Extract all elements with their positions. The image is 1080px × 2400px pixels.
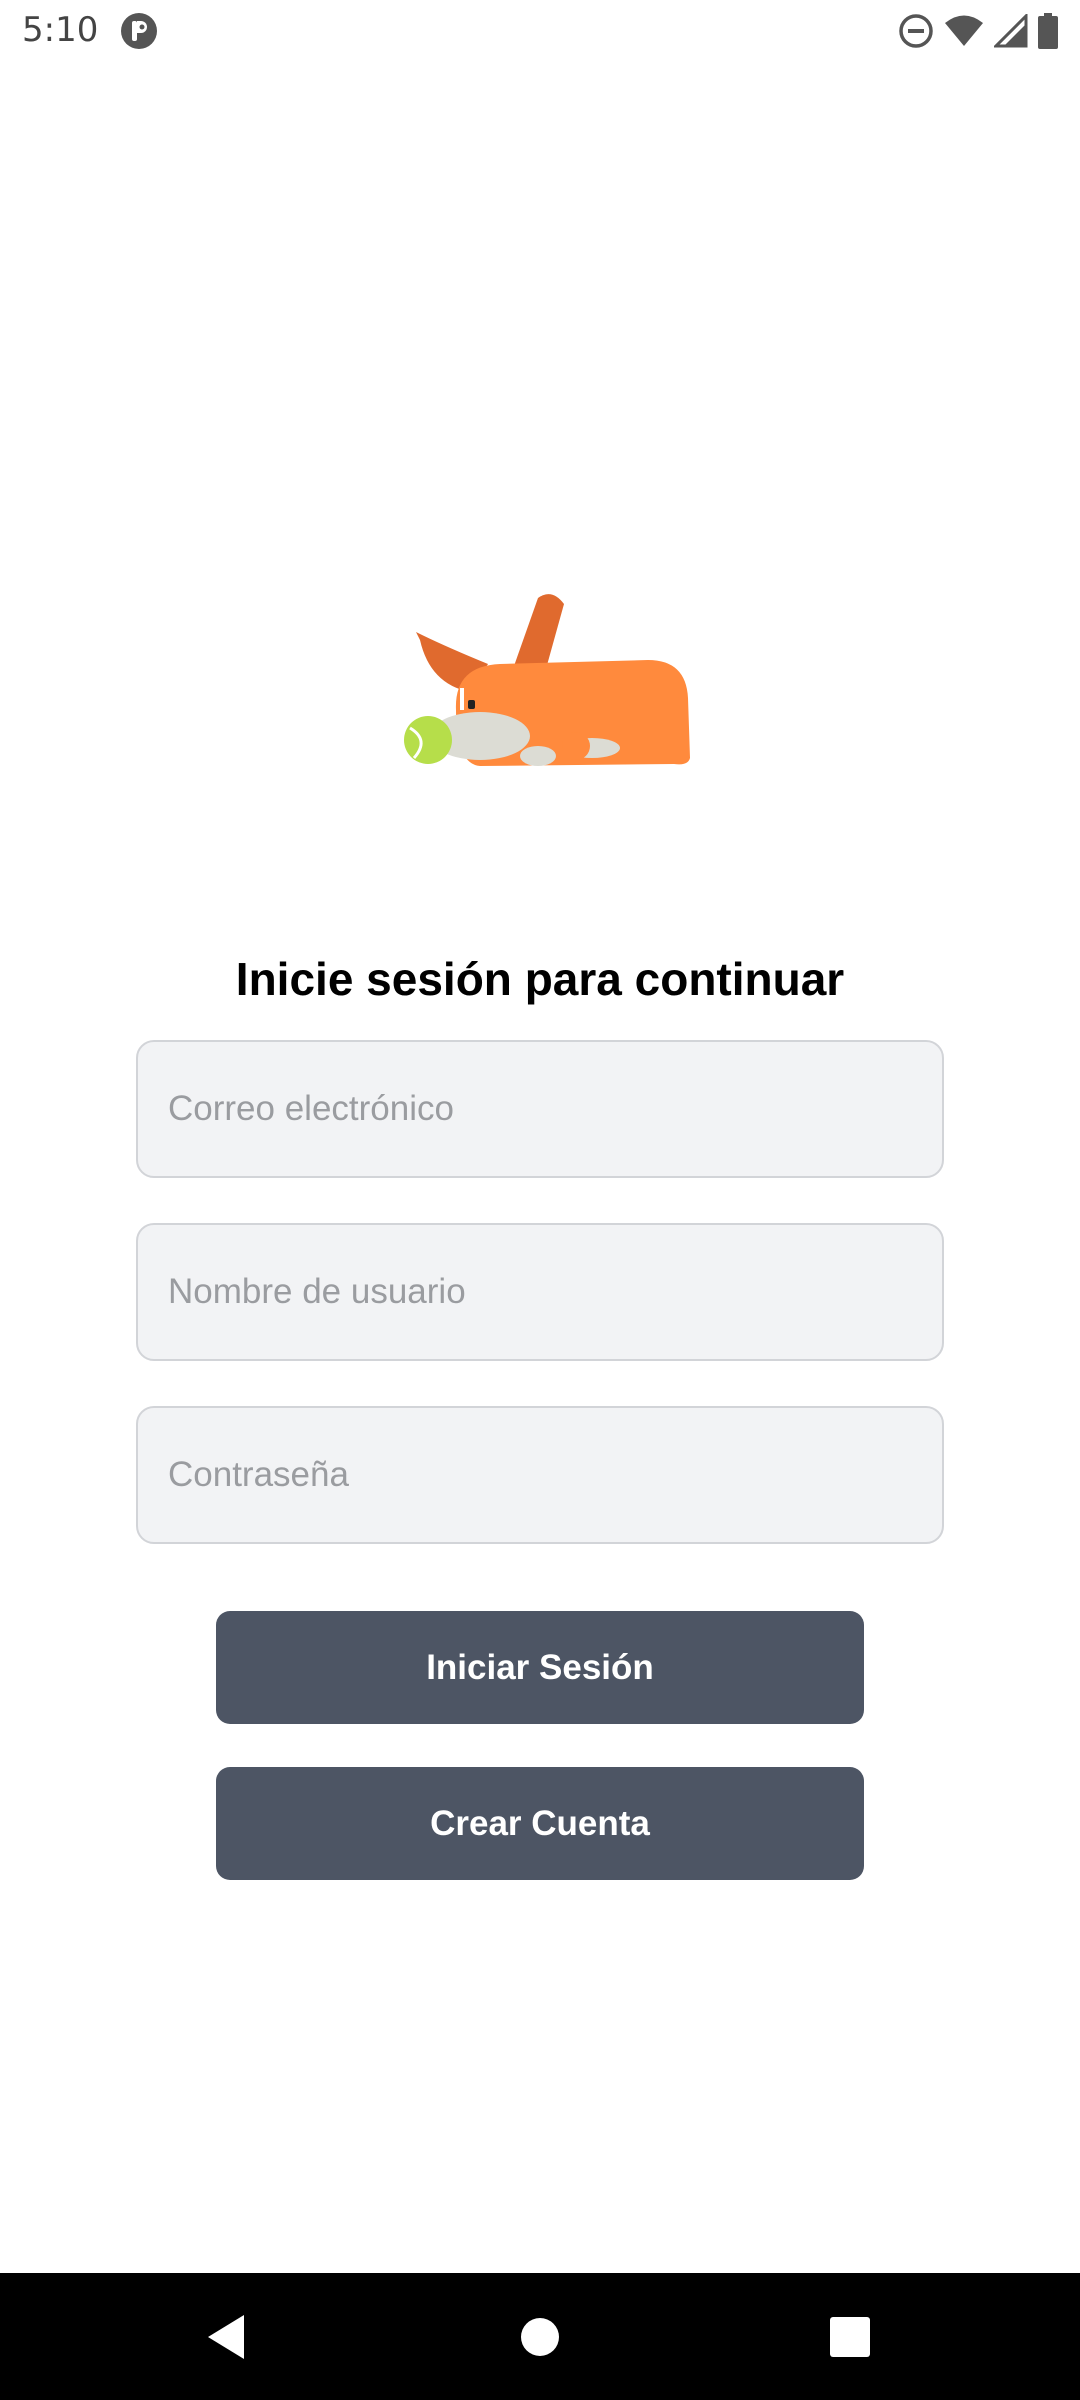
battery-icon: [1038, 13, 1058, 49]
email-field[interactable]: [136, 1040, 944, 1178]
wifi-icon: [944, 14, 984, 48]
status-icons: [898, 12, 1058, 50]
back-icon[interactable]: [196, 2307, 256, 2367]
app-notification-icon: [120, 12, 158, 50]
username-field[interactable]: [136, 1223, 944, 1361]
cellular-signal-icon: [994, 14, 1028, 48]
status-bar: 5:10: [0, 0, 1080, 62]
page-title: Inicie sesión para continuar: [235, 953, 845, 1005]
do-not-disturb-icon: [898, 13, 934, 49]
mascot-illustration: [396, 588, 692, 772]
recents-icon[interactable]: [820, 2307, 880, 2367]
login-button[interactable]: Iniciar Sesión: [216, 1611, 864, 1724]
password-field[interactable]: [136, 1406, 944, 1544]
system-navigation-bar: [0, 2273, 1080, 2400]
create-account-button[interactable]: Crear Cuenta: [216, 1767, 864, 1880]
home-icon[interactable]: [510, 2307, 570, 2367]
status-time: 5:10: [22, 10, 99, 50]
